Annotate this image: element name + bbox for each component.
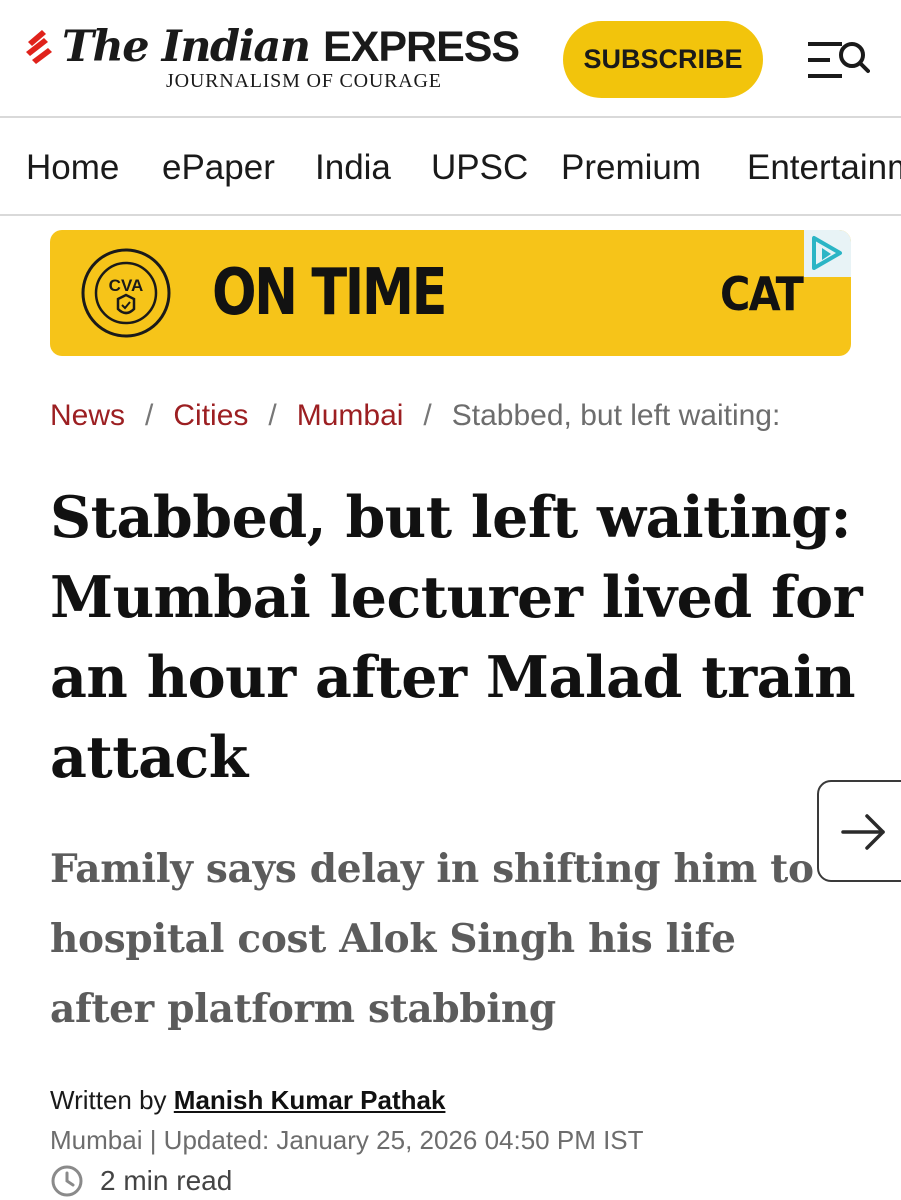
article-headline: Stabbed, but left waiting: Mumbai lectur… bbox=[50, 484, 863, 791]
byline-prefix: Written by bbox=[50, 1085, 167, 1115]
subscribe-button[interactable]: SUBSCRIBE bbox=[563, 21, 763, 98]
article-byline: Written by Manish Kumar Pathak bbox=[50, 1082, 445, 1118]
logo-flame-icon bbox=[26, 30, 52, 64]
nav-item-premium[interactable]: Premium bbox=[561, 148, 701, 188]
nav-item-india[interactable]: India bbox=[315, 148, 391, 188]
breadcrumb-current: Stabbed, but left waiting: bbox=[451, 399, 781, 432]
ad-headline: ON TIME bbox=[212, 256, 447, 330]
nav-item-entertainment[interactable]: Entertainment bbox=[747, 148, 901, 188]
article-subheadline: Family says delay in shifting him to hos… bbox=[50, 846, 814, 1032]
read-time-label: 2 min read bbox=[100, 1165, 233, 1196]
ad-banner[interactable]: CVA ON TIME CAT bbox=[50, 230, 851, 356]
clock-icon bbox=[51, 1165, 83, 1197]
adchoices-icon[interactable] bbox=[804, 230, 851, 277]
breadcrumb-separator: / bbox=[145, 399, 154, 432]
article-dateline: Mumbai | Updated: January 25, 2026 04:50… bbox=[50, 1125, 644, 1155]
breadcrumb-news[interactable]: News bbox=[50, 399, 125, 432]
site-header: The Indian EXPRESS JOURNALISM OF COURAGE… bbox=[0, 0, 901, 118]
cva-badge-icon: CVA bbox=[81, 248, 171, 338]
menu-search-icon[interactable] bbox=[806, 38, 870, 82]
author-link[interactable]: Manish Kumar Pathak bbox=[174, 1085, 446, 1115]
logo-wordmark: The Indian EXPRESS bbox=[62, 22, 520, 72]
breadcrumb-separator: / bbox=[268, 399, 277, 432]
breadcrumb-separator: / bbox=[423, 399, 432, 432]
breadcrumb-mumbai[interactable]: Mumbai bbox=[297, 399, 404, 432]
cva-badge-text: CVA bbox=[109, 276, 144, 295]
logo-tagline: JOURNALISM OF COURAGE bbox=[166, 70, 442, 92]
ad-brand-logo: CAT bbox=[720, 267, 804, 321]
nav-item-upsc[interactable]: UPSC bbox=[431, 148, 528, 188]
nav-item-home[interactable]: Home bbox=[26, 148, 119, 188]
nav-item-epaper[interactable]: ePaper bbox=[162, 148, 275, 188]
breadcrumb-cities[interactable]: Cities bbox=[173, 399, 248, 432]
main-nav: Home ePaper India UPSC Premium Entertain… bbox=[0, 118, 901, 216]
site-logo[interactable]: The Indian EXPRESS JOURNALISM OF COURAGE bbox=[24, 22, 520, 96]
breadcrumb: News / Cities / Mumbai / Stabbed, but left wai… bbox=[50, 394, 901, 438]
